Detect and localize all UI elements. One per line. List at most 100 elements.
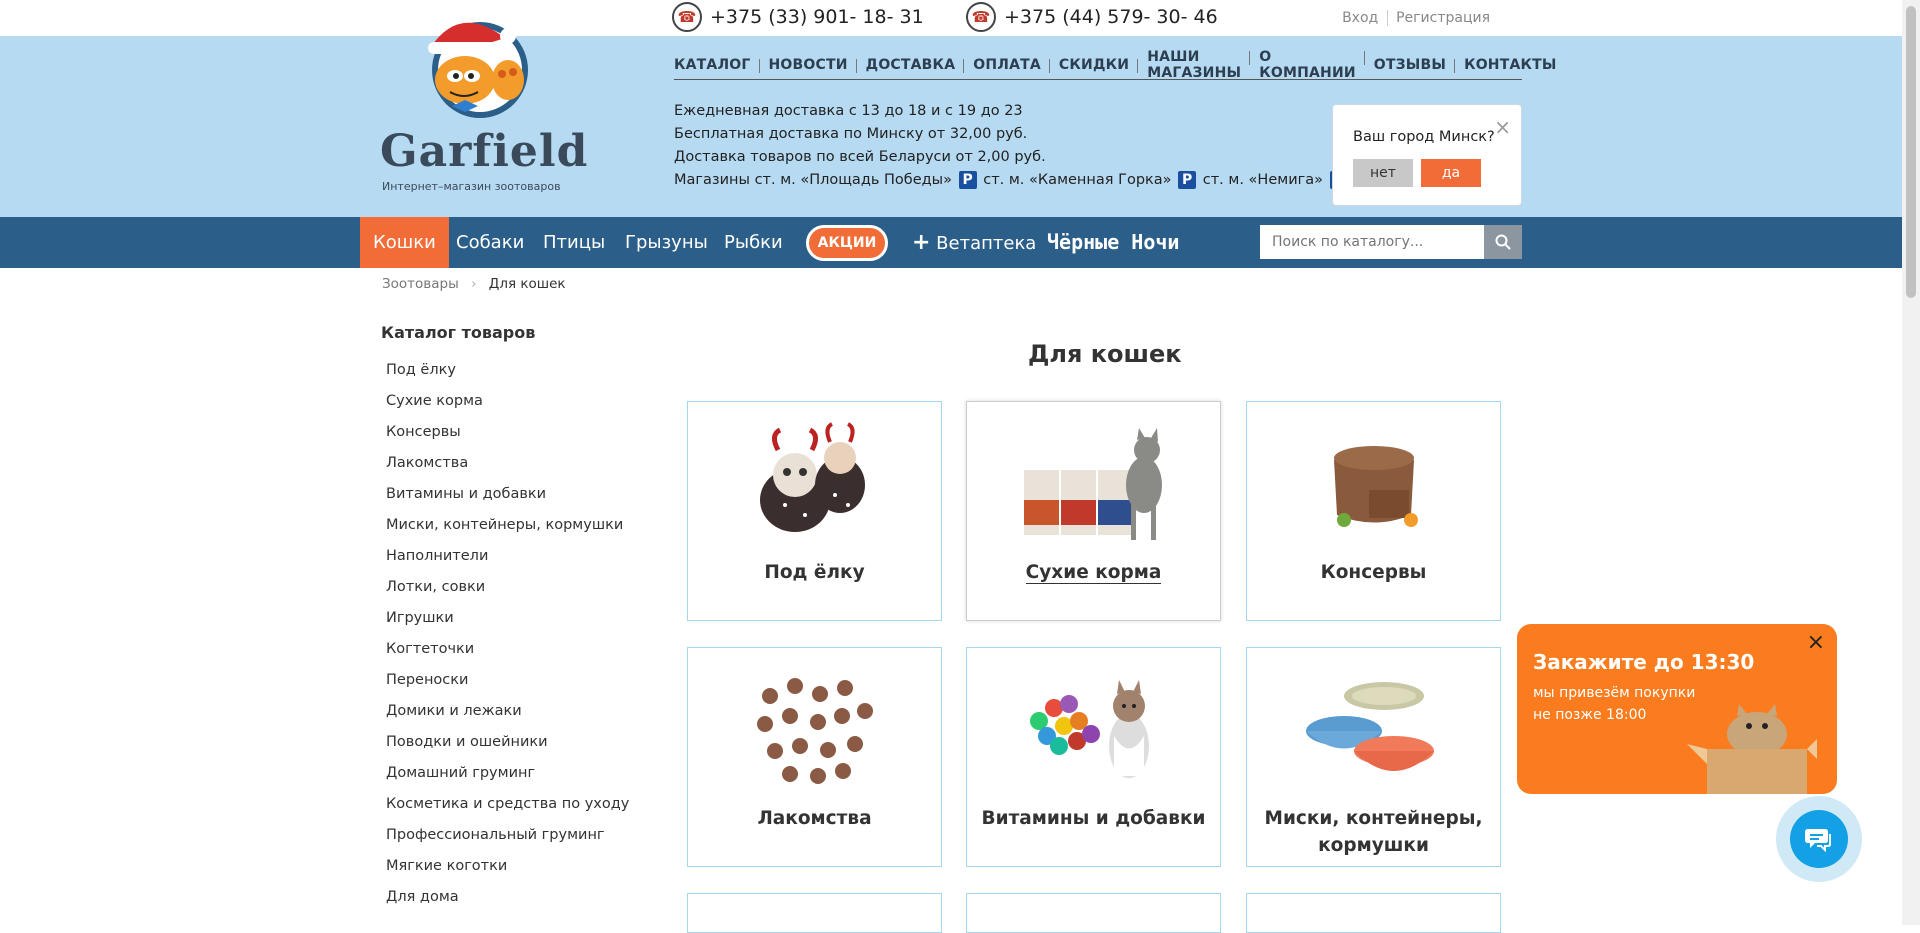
nav-cats[interactable]: Кошки xyxy=(360,217,449,268)
sidebar-item[interactable]: Переноски xyxy=(386,668,629,699)
delivery-info: Ежедневная доставка с 13 до 18 и с 19 до… xyxy=(674,100,1350,192)
plus-icon: + xyxy=(912,230,931,255)
phone-1[interactable]: ☎ +375 (33) 901- 18- 31 xyxy=(672,2,924,32)
page-title: Для кошек xyxy=(1028,340,1182,368)
category-card[interactable] xyxy=(966,893,1221,933)
close-icon[interactable]: × xyxy=(1494,115,1511,139)
treats-image xyxy=(756,678,873,784)
breadcrumb-root[interactable]: Зоотовары xyxy=(382,276,459,292)
register-link[interactable]: Регистрация xyxy=(1396,10,1490,26)
parking-icon: P xyxy=(958,171,977,189)
search-input[interactable] xyxy=(1260,225,1484,259)
delivery-line-2: Бесплатная доставка по Минску от 32,00 р… xyxy=(674,126,1028,142)
sidebar-item[interactable]: Сухие корма xyxy=(386,389,629,420)
store-2-link[interactable]: ст. м. «Каменная Горка» xyxy=(983,172,1171,188)
page-scrollbar[interactable] xyxy=(1902,0,1920,925)
stores-line: Магазины ст. м. «Площадь Победы» P ст. м… xyxy=(674,169,1350,192)
card-label[interactable]: Под ёлку xyxy=(688,559,941,586)
nav-birds[interactable]: Птицы xyxy=(543,217,605,268)
promo-text: мы привезём покупки не позже 18:00 xyxy=(1533,682,1695,726)
top-nav-about[interactable]: О КОМПАНИИ xyxy=(1259,49,1365,81)
breadcrumb-current: Для кошек xyxy=(488,276,566,292)
category-card[interactable]: Миски, контейнеры, кормушки xyxy=(1246,647,1501,867)
phone-icon: ☎ xyxy=(672,2,702,32)
sidebar-item[interactable]: Мягкие коготки xyxy=(386,854,629,885)
phone-2-number[interactable]: +375 (44) 579- 30- 46 xyxy=(1004,6,1218,28)
top-nav-payment[interactable]: ОПЛАТА xyxy=(973,57,1050,73)
card-label[interactable]: Консервы xyxy=(1247,559,1500,586)
category-card[interactable]: Витамины и добавки xyxy=(966,647,1221,867)
sidebar-item[interactable]: Наполнители xyxy=(386,544,629,575)
sidebar-item[interactable]: Консервы xyxy=(386,420,629,451)
cats-in-costumes-image xyxy=(759,422,865,532)
sidebar-item[interactable]: Под ёлку xyxy=(386,358,629,389)
nav-black-nights[interactable]: Чёрные Ночи xyxy=(1047,217,1179,268)
search-bar xyxy=(1260,225,1522,259)
sidebar-item[interactable]: Когтеточки xyxy=(386,637,629,668)
top-nav-reviews[interactable]: ОТЗЫВЫ xyxy=(1374,57,1456,73)
top-nav-stores[interactable]: НАШИ МАГАЗИНЫ xyxy=(1147,49,1251,81)
header: Garfield Интернет–магазин зоотоваров КАТ… xyxy=(0,22,1902,217)
bowls-image xyxy=(1305,682,1434,771)
sidebar-title: Каталог товаров xyxy=(381,323,536,342)
login-link[interactable]: Вход xyxy=(1342,10,1378,26)
promo-line-1: мы привезём покупки xyxy=(1533,685,1696,701)
parking-icon: P xyxy=(1178,171,1197,189)
category-card[interactable]: Консервы xyxy=(1246,401,1501,621)
sidebar-item[interactable]: Витамины и добавки xyxy=(386,482,629,513)
sidebar-item[interactable]: Лакомства xyxy=(386,451,629,482)
category-card[interactable] xyxy=(1246,893,1501,933)
card-label[interactable]: Миски, контейнеры, кормушки xyxy=(1247,805,1500,859)
delivery-promo-widget[interactable]: Закажите до 13:30 мы привезём покупки не… xyxy=(1517,624,1837,794)
category-card[interactable]: Под ёлку xyxy=(687,401,942,621)
top-nav-news[interactable]: НОВОСТИ xyxy=(769,57,857,73)
chevron-right-icon: › xyxy=(471,276,477,292)
sidebar-item[interactable]: Лотки, совки xyxy=(386,575,629,606)
store-3-link[interactable]: ст. м. «Немига» xyxy=(1203,172,1323,188)
nav-rodents[interactable]: Грызуны xyxy=(625,217,708,268)
category-card[interactable]: Лакомства xyxy=(687,647,942,867)
top-nav: КАТАЛОГ НОВОСТИ ДОСТАВКА ОПЛАТА СКИДКИ Н… xyxy=(674,49,1556,81)
card-label-text[interactable]: Сухие корма xyxy=(1025,562,1162,584)
card-label[interactable]: Сухие корма xyxy=(967,559,1220,586)
vitamins-image xyxy=(1029,680,1149,778)
scrollbar-thumb[interactable] xyxy=(1906,6,1916,298)
top-nav-delivery[interactable]: ДОСТАВКА xyxy=(866,57,964,73)
sidebar-item[interactable]: Игрушки xyxy=(386,606,629,637)
search-button[interactable] xyxy=(1484,225,1522,259)
city-yes-button[interactable]: да xyxy=(1421,159,1481,187)
sidebar-item[interactable]: Для дома xyxy=(386,885,629,916)
promo-title: Закажите до 13:30 xyxy=(1533,650,1755,674)
sidebar-item[interactable]: Домашний груминг xyxy=(386,761,629,792)
phone-2[interactable]: ☎ +375 (44) 579- 30- 46 xyxy=(966,2,1218,32)
city-popup: Ваш город Минск? × нет да xyxy=(1332,104,1522,206)
store-1-link[interactable]: Магазины ст. м. «Площадь Победы» xyxy=(674,172,952,188)
sidebar-item[interactable]: Поводки и ошейники xyxy=(386,730,629,761)
card-label[interactable]: Лакомства xyxy=(688,805,941,832)
card-label[interactable]: Витамины и добавки xyxy=(967,805,1220,832)
city-no-button[interactable]: нет xyxy=(1353,159,1413,187)
category-card[interactable]: Сухие корма xyxy=(966,401,1221,621)
dry-food-bags-image xyxy=(1023,428,1162,540)
category-card[interactable] xyxy=(687,893,942,933)
nav-vet-pharmacy[interactable]: + Ветаптека xyxy=(912,217,1036,268)
sidebar-item[interactable]: Миски, контейнеры, кормушки xyxy=(386,513,629,544)
garfield-cat-logo-icon xyxy=(428,22,528,118)
delivery-line-3: Доставка товаров по всей Беларуси от 2,0… xyxy=(674,149,1046,165)
delivery-line-1: Ежедневная доставка с 13 до 18 и с 19 до… xyxy=(674,103,1023,119)
nav-dogs[interactable]: Собаки xyxy=(456,217,524,268)
chat-bubble-icon xyxy=(1805,829,1831,852)
city-question: Ваш город Минск? xyxy=(1353,129,1495,145)
sidebar-item[interactable]: Профессиональный груминг xyxy=(386,823,629,854)
nav-fish[interactable]: Рыбки xyxy=(724,217,783,268)
promo-badge-button[interactable]: АКЦИИ xyxy=(806,225,888,261)
site-logo[interactable]: Garfield Интернет–магазин зоотоваров xyxy=(380,8,587,193)
top-nav-discounts[interactable]: СКИДКИ xyxy=(1059,57,1139,73)
phone-1-number[interactable]: +375 (33) 901- 18- 31 xyxy=(710,6,924,28)
sidebar-item[interactable]: Домики и лежаки xyxy=(386,699,629,730)
chat-button[interactable] xyxy=(1776,796,1862,882)
sidebar-item[interactable]: Косметика и средства по уходу xyxy=(386,792,629,823)
top-nav-contacts[interactable]: КОНТАКТЫ xyxy=(1464,57,1557,73)
top-nav-catalog[interactable]: КАТАЛОГ xyxy=(674,57,760,73)
close-icon[interactable]: × xyxy=(1807,630,1825,655)
